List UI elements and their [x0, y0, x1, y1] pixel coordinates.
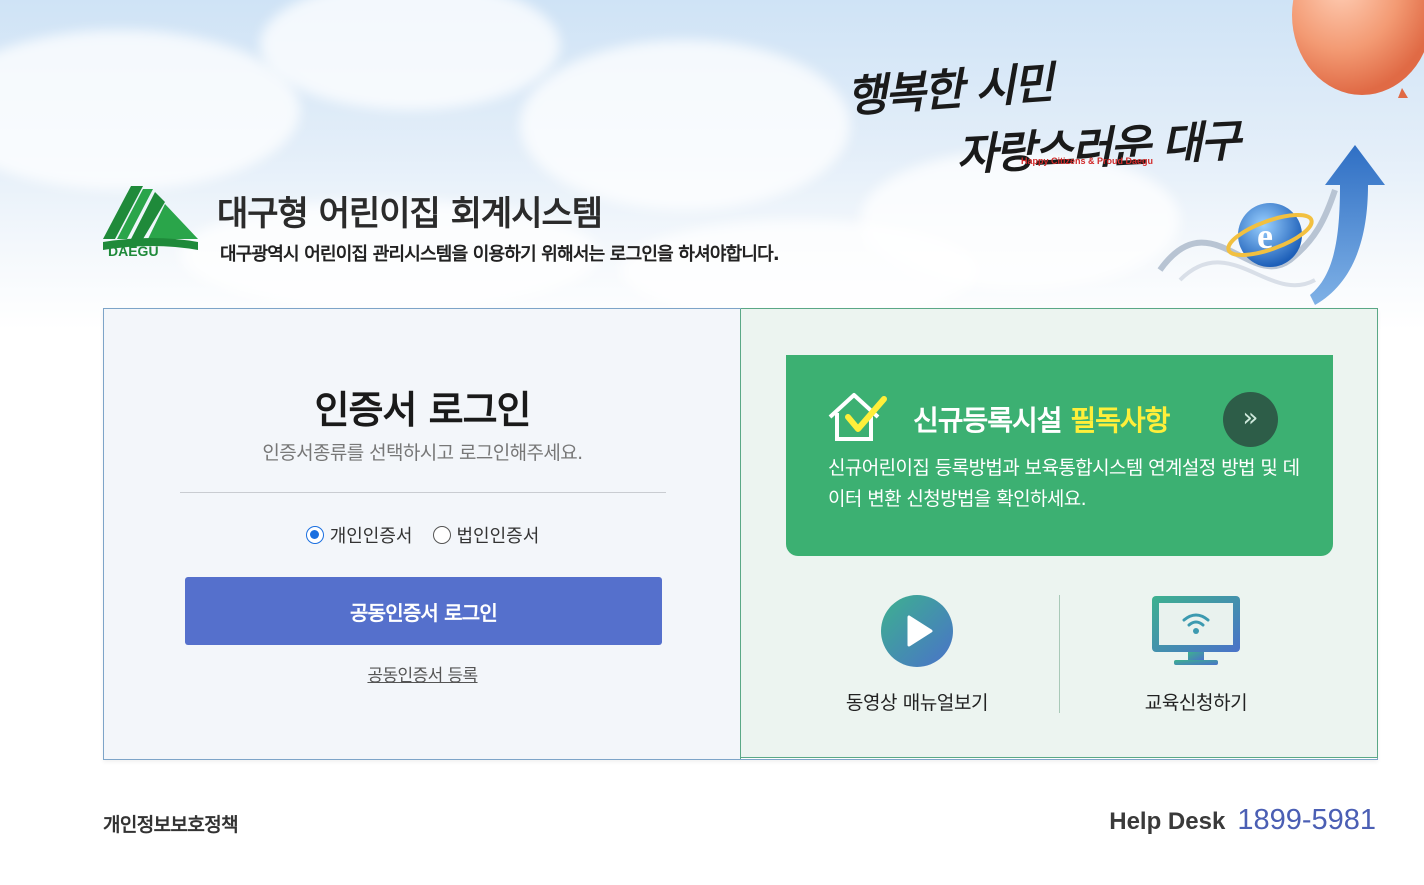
video-manual-label: 동영상 매뉴얼보기	[845, 692, 989, 714]
notice-title-prefix: 신규등록시설	[913, 404, 1063, 437]
double-chevron-right-icon[interactable]: »	[1223, 392, 1278, 447]
info-section: 신규등록시설 필독사항 » 신규어린이집 등록방법과 보육통합시스템 연계설정 …	[741, 308, 1378, 758]
certificate-login-button[interactable]: 공동인증서 로그인	[185, 577, 662, 645]
play-icon	[881, 595, 953, 667]
register-certificate-link[interactable]: 공동인증서 등록	[104, 661, 741, 686]
divider	[180, 492, 666, 493]
menu-divider	[1059, 595, 1060, 713]
balloon-illustration	[1292, 0, 1424, 98]
video-manual-menu[interactable]: 동영상 매뉴얼보기	[787, 594, 1047, 714]
page-title: 대구형 어린이집 회계시스템	[217, 194, 603, 234]
monitor-wifi-icon	[1152, 596, 1240, 665]
radio-button-checked[interactable]	[305, 526, 324, 544]
notice-title: 신규등록시설 필독사항	[913, 399, 1170, 439]
logo-text: DAEGU	[108, 243, 159, 259]
helpdesk-label: Help Desk	[1109, 808, 1226, 835]
radio-personal-certificate[interactable]: 개인인증서	[305, 522, 413, 548]
new-facility-notice-banner[interactable]: 신규등록시설 필독사항 » 신규어린이집 등록방법과 보육통합시스템 연계설정 …	[786, 355, 1333, 556]
education-apply-menu[interactable]: 교육신청하기	[1066, 594, 1326, 714]
growth-arrow-graphic: e	[1157, 145, 1385, 305]
login-subtitle: 인증서종류를 선택하시고 로그인해주세요.	[262, 442, 583, 464]
certificate-login-section: 인증서 로그인 인증서종류를 선택하시고 로그인해주세요. 개인인증서 법인인증…	[104, 309, 741, 759]
slogan-english: Happy Citizens & Proud Daegu	[1021, 156, 1154, 166]
slogan-line-1: 행복한 시민	[844, 57, 1054, 124]
login-title: 인증서 로그인	[314, 388, 532, 432]
education-apply-label: 교육신청하기	[1144, 692, 1248, 714]
page-subtitle: 대구광역시 어린이집 관리시스템을 이용하기 위해서는 로그인을 하셔야합니다.	[220, 244, 780, 265]
notice-body: 신규어린이집 등록방법과 보육통합시스템 연계설정 방법 및 데이터 변환 신청…	[828, 457, 1300, 510]
main-panel: 인증서 로그인 인증서종류를 선택하시고 로그인해주세요. 개인인증서 법인인증…	[103, 308, 1378, 760]
radio-label-corporate: 법인인증서	[456, 526, 540, 547]
radio-button-unchecked[interactable]	[432, 526, 451, 544]
radio-corporate-certificate[interactable]: 법인인증서	[432, 522, 540, 548]
helpdesk-number: 1899-5981	[1237, 804, 1376, 836]
helpdesk: Help Desk 1899-5981	[1109, 804, 1376, 837]
notice-title-highlight: 필독사항	[1070, 404, 1170, 437]
radio-label-personal: 개인인증서	[329, 526, 413, 547]
house-check-icon	[828, 393, 887, 441]
privacy-policy-link[interactable]: 개인정보보호정책	[103, 810, 239, 837]
certificate-type-radio-group: 개인인증서 법인인증서	[104, 522, 741, 548]
